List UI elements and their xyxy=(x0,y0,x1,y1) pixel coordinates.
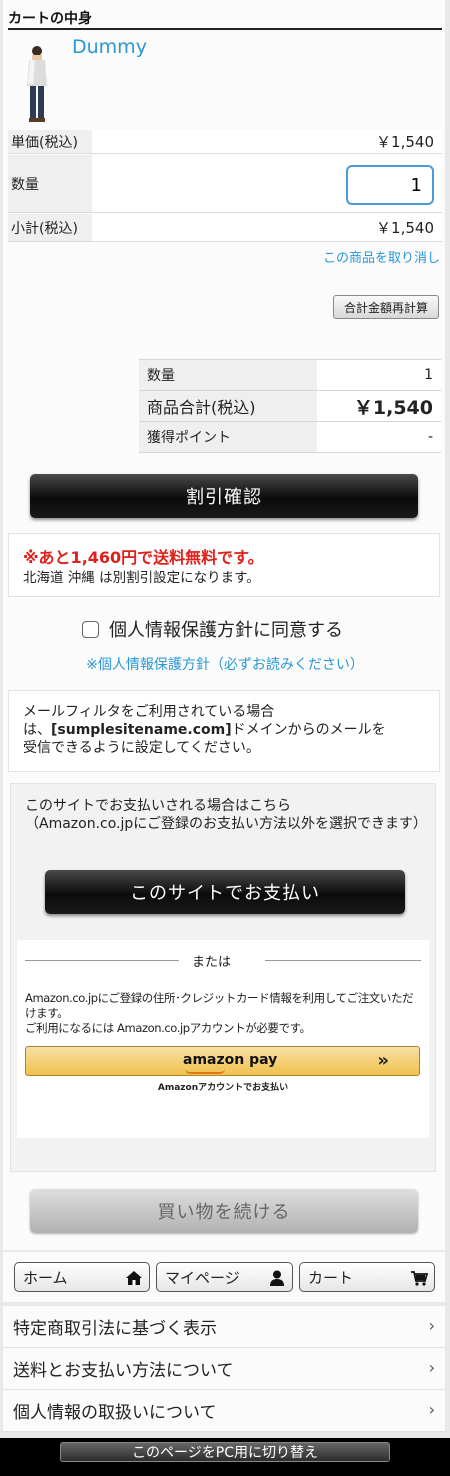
amazon-text-line-1: Amazon.co.jpにご登録の住所･クレジットカード情報を利用してご注文いた… xyxy=(25,991,414,1020)
summary-table: 数量 1 商品合計(税込) ￥1,540 獲得ポイント - xyxy=(139,359,441,453)
link-label: 送料とお支払い方法について xyxy=(13,1361,234,1381)
link-label: 特定商取引法に基づく表示 xyxy=(13,1319,217,1339)
amazon-pay-button[interactable]: amazon pay » xyxy=(25,1046,420,1076)
summary-label: 商品合計(税込) xyxy=(139,391,317,421)
quantity-row: 数量 xyxy=(8,155,442,213)
free-shipping-notice: ※あと1,460円で送料無料です。 xyxy=(23,548,264,567)
nav-cart-button[interactable]: カート xyxy=(299,1262,435,1292)
unit-price-label: 単価(税込) xyxy=(8,130,92,153)
consent-checkbox-row[interactable]: 個人情報保護方針に同意する xyxy=(82,616,343,642)
divider xyxy=(25,960,179,961)
shipping-note: 北海道 沖縄 は別割引設定になります。 xyxy=(23,570,260,586)
mail-domain: [sumplesitename.com] xyxy=(51,722,232,738)
summary-value: ￥1,540 xyxy=(353,396,433,419)
user-icon xyxy=(270,1270,284,1286)
subtotal-row: 小計(税込) ￥1,540 xyxy=(8,214,442,242)
mail-filter-text: メールフィルタをご利用されている場合 は、[sumplesitename.com… xyxy=(23,703,433,757)
nav-bar: ホーム マイページ カート xyxy=(3,1252,445,1302)
footer-links: 特定商取引法に基づく表示 › 送料とお支払い方法について › 個人情報の取扱いに… xyxy=(3,1306,445,1432)
payment-panel: このサイトでお支払いされる場合はこちら （Amazon.co.jpにご登録のお支… xyxy=(10,783,436,1172)
nav-home-button[interactable]: ホーム xyxy=(14,1262,150,1292)
nav-home-label: ホーム xyxy=(23,1268,68,1287)
quantity-label: 数量 xyxy=(8,155,92,212)
site-payment-button[interactable]: このサイトでお支払い xyxy=(45,870,405,914)
mail-filter-notice: メールフィルタをご利用されている場合 は、[sumplesitename.com… xyxy=(8,690,440,772)
unit-price-row: 単価(税込) ￥1,540 xyxy=(8,130,442,154)
link-tokushoho[interactable]: 特定商取引法に基づく表示 › xyxy=(3,1306,445,1348)
chevron-right-icon: › xyxy=(428,1400,435,1419)
amazon-pay-logo: amazon pay xyxy=(183,1052,278,1068)
amazon-pay-subtext: Amazonアカウントでお支払い xyxy=(157,1083,289,1093)
site-payment-line-2: （Amazon.co.jpにご登録のお支払い方法以外を選択できます） xyxy=(25,816,427,832)
site-payment-line-1: このサイトでお支払いされる場合はこちら xyxy=(25,798,291,814)
amazon-smile-icon xyxy=(185,1069,225,1074)
summary-label: 数量 xyxy=(139,360,317,390)
product-image[interactable] xyxy=(18,44,54,124)
link-label: 個人情報の取扱いについて xyxy=(13,1403,217,1423)
amazon-pay-area: または Amazon.co.jpにご登録の住所･クレジットカード情報を利用してご… xyxy=(17,940,429,1138)
consent-checkbox[interactable] xyxy=(82,620,99,638)
double-chevron-icon: » xyxy=(377,1050,389,1071)
summary-row-quantity: 数量 1 xyxy=(139,360,441,391)
consent-label[interactable]: 個人情報保護方針に同意する xyxy=(109,616,343,642)
amazon-text-line-2: ご利用になるには Amazon.co.jpアカウントが必要です。 xyxy=(25,1021,311,1035)
nav-mypage-label: マイページ xyxy=(165,1268,240,1287)
shipping-notice: ※あと1,460円で送料無料です。 北海道 沖縄 は別割引設定になります。 xyxy=(8,533,440,597)
summary-row-total: 商品合計(税込) ￥1,540 xyxy=(139,391,441,422)
divider xyxy=(265,960,421,961)
cart-title: カートの中身 xyxy=(8,8,442,30)
cart-icon xyxy=(411,1271,428,1286)
footer-bar: このページをPC用に切り替え xyxy=(0,1438,450,1476)
site-payment-text: このサイトでお支払いされる場合はこちら （Amazon.co.jpにご登録のお支… xyxy=(25,797,427,833)
product-name-link[interactable]: Dummy xyxy=(72,36,147,58)
subtotal-label: 小計(税込) xyxy=(8,214,92,241)
remove-item-link[interactable]: この商品を取り消し xyxy=(323,247,440,266)
pc-view-switch-button[interactable]: このページをPC用に切り替え xyxy=(60,1442,390,1462)
continue-shopping-button[interactable]: 買い物を続ける xyxy=(30,1189,418,1233)
quantity-input[interactable] xyxy=(346,165,434,205)
home-icon xyxy=(126,1271,142,1285)
recalculate-button[interactable]: 合計金額再計算 xyxy=(333,295,439,319)
mail-line-1: メールフィルタをご利用されている場合 xyxy=(23,704,275,720)
subtotal-value: ￥1,540 xyxy=(376,219,434,237)
or-text: または xyxy=(192,955,232,970)
mail-line-2-prefix: は、 xyxy=(23,722,51,738)
summary-label: 獲得ポイント xyxy=(139,422,317,452)
unit-price-value: ￥1,540 xyxy=(376,133,434,151)
privacy-policy-link[interactable]: ※個人情報保護方針（必ずお読みください） xyxy=(0,654,450,674)
chevron-right-icon: › xyxy=(428,1358,435,1377)
chevron-right-icon: › xyxy=(428,1316,435,1335)
link-privacy[interactable]: 個人情報の取扱いについて › xyxy=(3,1390,445,1432)
mail-line-3: 受信できるように設定してください。 xyxy=(23,740,260,756)
nav-cart-label: カート xyxy=(308,1268,354,1287)
nav-mypage-button[interactable]: マイページ xyxy=(156,1262,293,1292)
summary-value: - xyxy=(427,429,433,445)
discount-check-button[interactable]: 割引確認 xyxy=(30,474,418,518)
link-shipping-payment[interactable]: 送料とお支払い方法について › xyxy=(3,1348,445,1390)
amazon-pay-description: Amazon.co.jpにご登録の住所･クレジットカード情報を利用してご注文いた… xyxy=(25,991,421,1036)
mail-line-2-suffix: ドメインからのメールを xyxy=(231,722,386,738)
summary-row-points: 獲得ポイント - xyxy=(139,422,441,453)
summary-value: 1 xyxy=(424,367,433,383)
